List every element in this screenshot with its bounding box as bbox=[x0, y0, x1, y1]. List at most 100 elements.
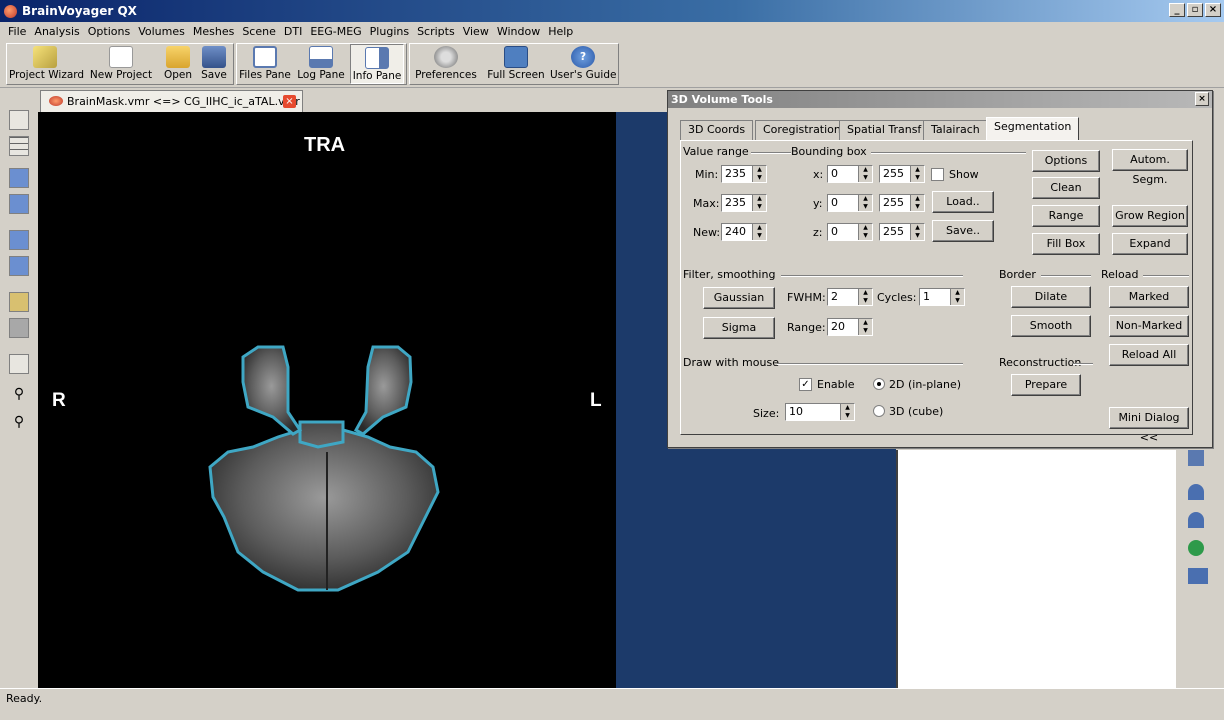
spin-arrows-icon[interactable]: ▲ ▼ bbox=[840, 404, 854, 420]
spin-arrows-icon[interactable]: ▲ ▼ bbox=[752, 195, 766, 211]
spin-arrows-icon[interactable]: ▲ ▼ bbox=[752, 166, 766, 182]
marked-button[interactable]: Marked bbox=[1109, 286, 1189, 308]
new-project-button[interactable]: New Project bbox=[85, 44, 157, 84]
spin-arrows-icon[interactable]: ▲ ▼ bbox=[858, 195, 872, 211]
max-spinbox[interactable]: 235 ▲ ▼ bbox=[721, 194, 767, 212]
menu-file[interactable]: File bbox=[4, 25, 30, 38]
autom-segm-button[interactable]: Autom. Segm. bbox=[1112, 149, 1188, 186]
y-to-spinbox[interactable]: 255 ▲ ▼ bbox=[879, 194, 925, 212]
y-from-spinbox[interactable]: 0 ▲ ▼ bbox=[827, 194, 873, 212]
fwhm-spinbox[interactable]: 2 ▲ ▼ bbox=[827, 288, 873, 306]
mode-3d-radio[interactable] bbox=[873, 405, 885, 417]
head-icon[interactable] bbox=[1188, 540, 1204, 556]
tab-talairach[interactable]: Talairach bbox=[923, 120, 988, 140]
brush-size-spinbox[interactable]: 10 ▲ ▼ bbox=[785, 403, 855, 421]
range-spinbox[interactable]: 20 ▲ ▼ bbox=[827, 318, 873, 336]
figure-alt-icon[interactable] bbox=[1188, 512, 1204, 528]
users-guide-button[interactable]: ? User's Guide bbox=[550, 44, 616, 84]
full-screen-button[interactable]: Full Screen bbox=[484, 44, 548, 84]
tab-segmentation[interactable]: Segmentation bbox=[986, 117, 1080, 141]
menu-plugins[interactable]: Plugins bbox=[366, 25, 413, 38]
reload-all-button[interactable]: Reload All bbox=[1109, 344, 1189, 366]
new-value-spinbox[interactable]: 240 ▲ ▼ bbox=[721, 223, 767, 241]
files-pane-button[interactable]: Files Pane bbox=[238, 44, 292, 84]
menu-view[interactable]: View bbox=[459, 25, 493, 38]
clean-button[interactable]: Clean bbox=[1032, 177, 1100, 199]
save-button[interactable]: Save bbox=[197, 44, 231, 84]
z-from-spinbox[interactable]: 0 ▲ ▼ bbox=[827, 223, 873, 241]
show-checkbox[interactable] bbox=[931, 168, 944, 181]
mini-dialog-button[interactable]: Mini Dialog << bbox=[1109, 407, 1189, 444]
enable-checkbox[interactable]: ✓ bbox=[799, 378, 812, 391]
tab-coregistration[interactable]: Coregistration bbox=[755, 120, 849, 140]
multi-view-icon[interactable] bbox=[9, 256, 29, 276]
menu-volumes[interactable]: Volumes bbox=[134, 25, 189, 38]
sigma-button[interactable]: Sigma bbox=[703, 317, 775, 339]
minimize-button[interactable]: _ bbox=[1169, 3, 1185, 17]
close-tab-icon[interactable]: × bbox=[283, 95, 296, 108]
min-spinbox[interactable]: 235 ▲ ▼ bbox=[721, 165, 767, 183]
expand-button[interactable]: Expand bbox=[1112, 233, 1188, 255]
spin-arrows-icon[interactable]: ▲ ▼ bbox=[858, 289, 872, 305]
non-marked-button[interactable]: Non-Marked bbox=[1109, 315, 1189, 337]
dilate-button[interactable]: Dilate bbox=[1011, 286, 1091, 308]
magnifier-plus-icon[interactable]: ⚲ bbox=[9, 414, 29, 434]
slice-viewer[interactable]: TRA R L bbox=[38, 112, 616, 688]
menu-meshes[interactable]: Meshes bbox=[189, 25, 238, 38]
sagittal-view-icon[interactable] bbox=[9, 168, 29, 188]
grid-view-icon[interactable] bbox=[9, 136, 29, 156]
z-to-spinbox[interactable]: 255 ▲ ▼ bbox=[879, 223, 925, 241]
bbox-load-button[interactable]: Load.. bbox=[932, 191, 994, 213]
prepare-button[interactable]: Prepare bbox=[1011, 374, 1081, 396]
magnifier-icon[interactable]: ⚲ bbox=[9, 386, 29, 406]
menu-analysis[interactable]: Analysis bbox=[30, 25, 83, 38]
range-button[interactable]: Range bbox=[1032, 205, 1100, 227]
transversal-view-icon[interactable] bbox=[9, 230, 29, 250]
options-button[interactable]: Options bbox=[1032, 150, 1100, 172]
zoom-in-slice-icon[interactable] bbox=[9, 292, 29, 312]
spin-arrows-icon[interactable]: ▲ ▼ bbox=[858, 224, 872, 240]
gaussian-button[interactable]: Gaussian bbox=[703, 287, 775, 309]
spin-arrows-icon[interactable]: ▲ ▼ bbox=[910, 195, 924, 211]
multi-figure-icon[interactable] bbox=[1188, 568, 1208, 584]
3d-view-icon[interactable] bbox=[9, 110, 29, 130]
close-button[interactable]: × bbox=[1205, 3, 1221, 17]
zoom-out-slice-icon[interactable] bbox=[9, 318, 29, 338]
bbox-save-button[interactable]: Save.. bbox=[932, 220, 994, 242]
grow-region-button[interactable]: Grow Region bbox=[1112, 205, 1188, 227]
spin-arrows-icon[interactable]: ▲ ▼ bbox=[858, 319, 872, 335]
info-pane-button[interactable]: Info Pane bbox=[350, 44, 404, 84]
coronal-view-icon[interactable] bbox=[9, 194, 29, 214]
dialog-close-button[interactable]: × bbox=[1195, 92, 1209, 106]
smooth-button[interactable]: Smooth bbox=[1011, 315, 1091, 337]
menu-options[interactable]: Options bbox=[84, 25, 134, 38]
menu-scene[interactable]: Scene bbox=[238, 25, 280, 38]
figure-icon[interactable] bbox=[1188, 484, 1204, 500]
menu-window[interactable]: Window bbox=[493, 25, 544, 38]
dialog-titlebar[interactable]: 3D Volume Tools × bbox=[668, 91, 1212, 108]
x-from-spinbox[interactable]: 0 ▲ ▼ bbox=[827, 165, 873, 183]
fill-box-button[interactable]: Fill Box bbox=[1032, 233, 1100, 255]
spin-arrows-icon[interactable]: ▲ ▼ bbox=[950, 289, 964, 305]
project-wizard-button[interactable]: Project Wizard bbox=[9, 44, 84, 84]
menu-eeg-meg[interactable]: EEG-MEG bbox=[306, 25, 365, 38]
tab-spatial-transf[interactable]: Spatial Transf bbox=[839, 120, 930, 140]
restore-button[interactable]: ▫ bbox=[1187, 3, 1203, 17]
crosshair-icon[interactable] bbox=[9, 354, 29, 374]
tab-3d-coords[interactable]: 3D Coords bbox=[680, 120, 754, 140]
log-pane-button[interactable]: Log Pane bbox=[294, 44, 348, 84]
spin-arrows-icon[interactable]: ▲ ▼ bbox=[910, 224, 924, 240]
spin-arrows-icon[interactable]: ▲ ▼ bbox=[858, 166, 872, 182]
open-button[interactable]: Open bbox=[161, 44, 195, 84]
spin-arrows-icon[interactable]: ▲ ▼ bbox=[752, 224, 766, 240]
preferences-button[interactable]: Preferences bbox=[412, 44, 480, 84]
menu-help[interactable]: Help bbox=[544, 25, 577, 38]
cycles-spinbox[interactable]: 1 ▲ ▼ bbox=[919, 288, 965, 306]
menu-dti[interactable]: DTI bbox=[280, 25, 306, 38]
document-tab[interactable]: BrainMask.vmr <=> CG_IIHC_ic_aTAL.vmr × bbox=[40, 90, 303, 112]
spin-arrows-icon[interactable]: ▲ ▼ bbox=[910, 166, 924, 182]
x-to-spinbox[interactable]: 255 ▲ ▼ bbox=[879, 165, 925, 183]
menu-scripts[interactable]: Scripts bbox=[413, 25, 459, 38]
cube-grid-icon[interactable] bbox=[1188, 450, 1204, 466]
mode-2d-radio[interactable] bbox=[873, 378, 885, 390]
